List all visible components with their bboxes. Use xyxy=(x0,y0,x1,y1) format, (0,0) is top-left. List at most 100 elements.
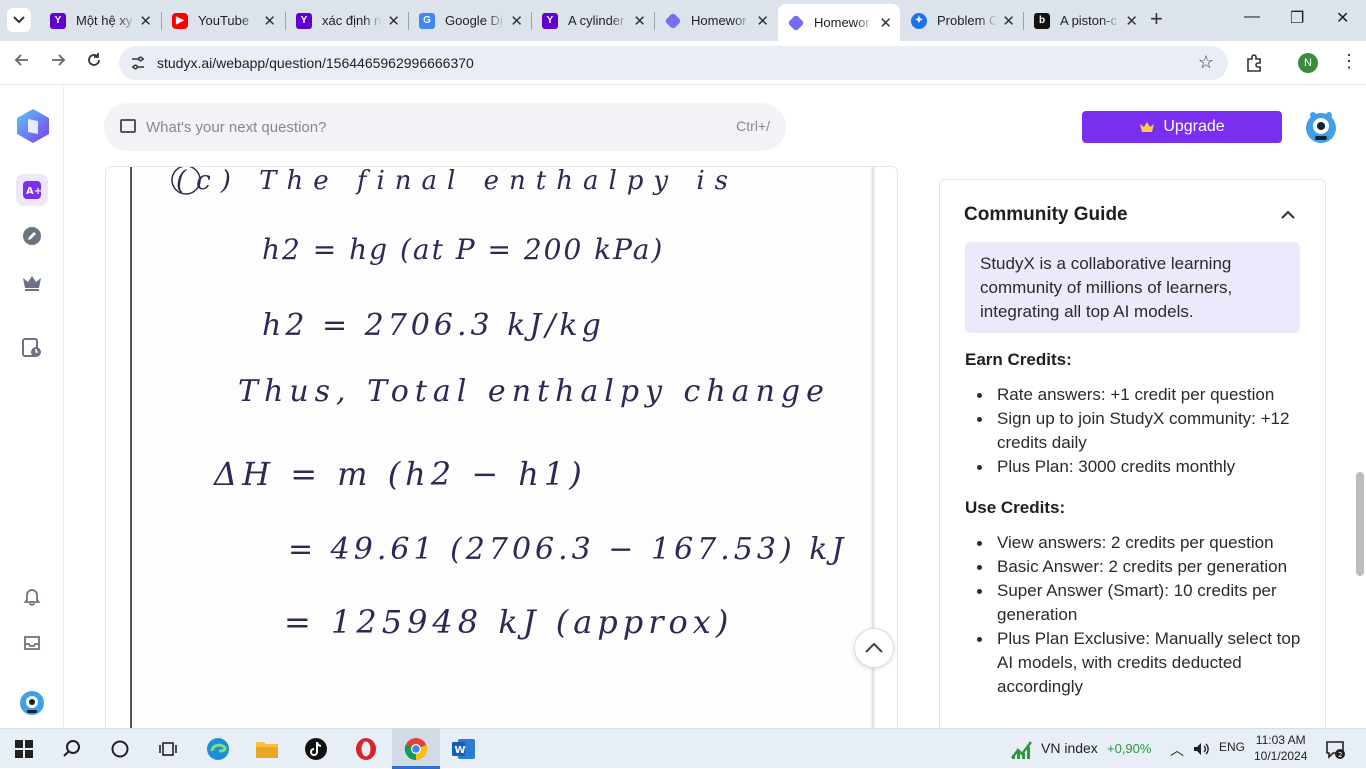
notification-center-icon[interactable]: 2 xyxy=(1325,739,1345,759)
list-item: Plus Plan Exclusive: Manually select top… xyxy=(965,627,1315,699)
bookmark-star-icon[interactable]: ☆ xyxy=(1198,52,1214,73)
bell-icon xyxy=(23,589,41,606)
tab-search-button[interactable] xyxy=(7,8,31,32)
word-icon[interactable]: W xyxy=(452,737,476,761)
earn-credits-heading: Earn Credits: xyxy=(965,350,1072,369)
chrome-icon[interactable] xyxy=(404,737,428,761)
image-upload-icon[interactable] xyxy=(120,119,136,133)
close-icon[interactable]: ✕ xyxy=(756,12,769,30)
community-guide-title: Community Guide xyxy=(964,204,1128,225)
task-view-icon[interactable] xyxy=(156,737,180,761)
close-icon[interactable]: ✕ xyxy=(1002,12,1015,30)
sidebar-item-notifications[interactable] xyxy=(16,580,48,612)
restore-button[interactable]: ❐ xyxy=(1290,8,1304,28)
tab-5[interactable]: Homewor ✕ xyxy=(655,5,777,36)
youtube-icon: ▶ xyxy=(172,12,188,29)
svg-text:W: W xyxy=(455,745,466,756)
volume-icon[interactable] xyxy=(1192,741,1210,757)
tab-0[interactable]: Y Một hệ xy ✕ xyxy=(40,5,160,36)
site-info-icon[interactable] xyxy=(129,54,147,72)
input-language[interactable]: ENG xyxy=(1219,740,1245,754)
question-search-bar[interactable]: Ctrl+/ xyxy=(104,103,786,151)
user-avatar-icon[interactable] xyxy=(1305,110,1337,144)
tab-1[interactable]: ▶ YouTube ✕ xyxy=(162,5,284,36)
page-scrollbar[interactable] xyxy=(1356,472,1364,576)
browser-tab-bar: Y Một hệ xy ✕ ▶ YouTube ✕ Y xác định n ✕… xyxy=(0,0,1366,41)
back-arrow-icon xyxy=(14,54,28,66)
monster-avatar-icon xyxy=(20,691,44,715)
solution-line-2: h2 = hg (at P = 200 kPa) xyxy=(262,233,664,266)
browser-toolbar: studyx.ai/webapp/question/15644659629966… xyxy=(0,41,1366,85)
close-icon[interactable]: ✕ xyxy=(510,12,523,30)
sidebar-item-ai-answer[interactable]: A+ xyxy=(16,174,48,206)
list-item: Sign up to join StudyX community: +12 cr… xyxy=(965,407,1315,455)
tray-overflow-chevron-icon[interactable]: ︿ xyxy=(1170,740,1184,760)
chevron-down-icon xyxy=(13,16,25,24)
svg-text:A+: A+ xyxy=(26,186,42,197)
close-icon[interactable]: ✕ xyxy=(263,12,276,30)
sidebar-item-premium[interactable] xyxy=(16,267,48,299)
handwritten-solution-image: (c) The final enthalpy is h2 = hg (at P … xyxy=(130,167,875,728)
tab-7[interactable]: ✦ Problem C ✕ xyxy=(901,5,1023,36)
system-clock[interactable]: 11:03 AM 10/1/2024 xyxy=(1254,732,1307,764)
close-icon[interactable]: ✕ xyxy=(633,12,646,30)
address-bar[interactable]: studyx.ai/webapp/question/15644659629966… xyxy=(119,46,1228,80)
tab-title: Homewor xyxy=(814,15,870,30)
profile-avatar[interactable]: N xyxy=(1298,53,1318,73)
sidebar-item-edit[interactable] xyxy=(16,220,48,252)
yahoo-icon: Y xyxy=(296,12,312,29)
search-shortcut-hint: Ctrl+/ xyxy=(736,118,770,134)
stock-change: +0,90% xyxy=(1107,741,1152,756)
google-translate-icon: G xyxy=(419,12,435,29)
tab-8[interactable]: b A piston-c ✕ xyxy=(1024,5,1146,36)
forward-button[interactable] xyxy=(49,51,67,74)
search-icon[interactable] xyxy=(60,737,84,761)
list-item: View answers: 2 credits per question xyxy=(965,531,1315,555)
back-button[interactable] xyxy=(13,51,31,74)
sidebar-item-history[interactable] xyxy=(16,332,48,364)
close-icon[interactable]: ✕ xyxy=(879,14,892,32)
file-explorer-icon[interactable] xyxy=(255,737,279,761)
handwriting-canvas: (c) The final enthalpy is h2 = hg (at P … xyxy=(171,167,875,728)
windows-taskbar: W VN index +0,90% ︿ ENG 11:03 AM 10/1/20… xyxy=(0,728,1366,769)
scroll-to-top-button[interactable] xyxy=(854,628,894,668)
community-guide-intro: StudyX is a collaborative learning commu… xyxy=(965,242,1300,333)
bartleby-icon: b xyxy=(1034,12,1050,29)
stock-name[interactable]: VN index xyxy=(1041,740,1098,756)
reload-icon xyxy=(88,53,100,66)
close-icon[interactable]: ✕ xyxy=(1125,12,1138,30)
close-icon[interactable]: ✕ xyxy=(139,12,152,30)
windows-start-icon[interactable] xyxy=(12,737,36,761)
extensions-icon[interactable] xyxy=(1244,53,1264,73)
tab-title: A cylinder xyxy=(568,13,625,28)
close-window-button[interactable]: ✕ xyxy=(1336,8,1349,28)
use-credits-heading: Use Credits: xyxy=(965,498,1066,517)
browser-menu-icon[interactable]: ⋮ xyxy=(1340,51,1358,72)
crown-icon xyxy=(1140,122,1155,132)
chevron-up-icon[interactable] xyxy=(1279,206,1297,224)
studyx-logo-icon[interactable] xyxy=(15,108,51,144)
ai-answer-icon: A+ xyxy=(23,181,42,199)
solution-line-5: ΔH = m (h2 − h1) xyxy=(212,455,587,493)
close-icon[interactable]: ✕ xyxy=(387,12,400,30)
cortana-icon[interactable] xyxy=(108,737,132,761)
upgrade-button[interactable]: Upgrade xyxy=(1082,111,1282,143)
problem-icon: ✦ xyxy=(911,12,927,29)
tab-6-active[interactable]: Homewor ✕ xyxy=(778,4,900,41)
tab-2[interactable]: Y xác định n ✕ xyxy=(286,5,408,36)
sidebar-item-inbox[interactable] xyxy=(16,627,48,659)
sidebar-user-avatar[interactable] xyxy=(16,686,48,718)
tiktok-icon[interactable] xyxy=(304,737,328,761)
tab-3[interactable]: G Google Dị ✕ xyxy=(409,5,531,36)
studyx-icon xyxy=(787,14,805,31)
opera-icon[interactable] xyxy=(354,737,378,761)
minimize-button[interactable]: — xyxy=(1244,8,1260,26)
edge-icon[interactable] xyxy=(206,737,230,761)
studyx-app: A+ Ctrl+/ Upgrade xyxy=(0,86,1366,739)
reload-button[interactable] xyxy=(85,51,103,74)
chevron-up-icon xyxy=(865,643,883,653)
question-search-input[interactable] xyxy=(146,115,686,139)
new-tab-button[interactable]: + xyxy=(1150,8,1163,30)
tab-4[interactable]: Y A cylinder ✕ xyxy=(532,5,654,36)
tab-title: Homewor xyxy=(691,13,747,28)
